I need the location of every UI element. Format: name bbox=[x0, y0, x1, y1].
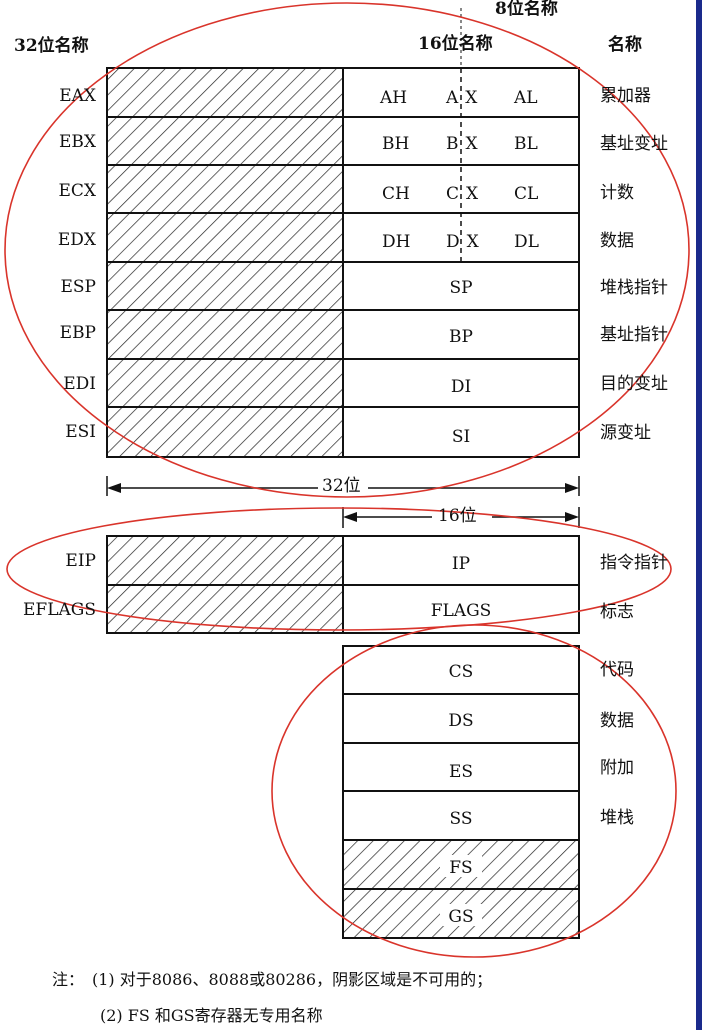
reg16-flags: FLAGS bbox=[430, 601, 492, 621]
reg32-edi: EDI bbox=[63, 374, 96, 394]
name-source-index: 源变址 bbox=[600, 423, 651, 443]
name-base-index: 基址变址 bbox=[600, 134, 668, 154]
reg8-bl: BL bbox=[514, 134, 538, 154]
reg16-di: DI bbox=[450, 377, 472, 397]
note-2: (2) FS 和GS寄存器无专用名称 bbox=[100, 1006, 323, 1025]
reg32-ebp: EBP bbox=[59, 323, 96, 343]
reg16-ax: AX bbox=[446, 88, 485, 108]
reg16-sp: SP bbox=[449, 278, 473, 298]
reg8-ah: AH bbox=[380, 88, 408, 108]
seg-ds: DS bbox=[448, 711, 474, 731]
reg8-ch: CH bbox=[382, 184, 410, 204]
name-base-pointer: 基址指针 bbox=[600, 325, 668, 345]
reg16-si: SI bbox=[451, 427, 471, 447]
reg16-cx: CX bbox=[446, 184, 486, 204]
reg16-bp: BP bbox=[449, 327, 473, 347]
reg8-bh: BH bbox=[382, 134, 410, 154]
reg32-ebx: EBX bbox=[58, 132, 96, 152]
name-extra: 附加 bbox=[600, 758, 634, 778]
reg32-eflags: EFLAGS bbox=[23, 600, 96, 620]
name-stack: 堆栈 bbox=[600, 808, 634, 828]
reg32-esp: ESP bbox=[60, 277, 97, 297]
note-1: (1) 对于8086、8088或80286，阴影区域是不可用的； bbox=[92, 970, 493, 989]
name-code: 代码 bbox=[600, 660, 634, 680]
header-8bit-name: 8位名称 bbox=[495, 0, 558, 19]
reg32-eax: EAX bbox=[59, 86, 96, 106]
reg16-bx: BX bbox=[446, 134, 485, 154]
header-name: 名称 bbox=[608, 35, 642, 55]
segment-register-block bbox=[342, 645, 580, 939]
header-32bit-name: 32位名称 bbox=[14, 36, 89, 56]
reg8-dl: DL bbox=[514, 232, 539, 252]
name-seg-data: 数据 bbox=[600, 711, 634, 731]
seg-fs: FS bbox=[449, 858, 473, 878]
name-accumulator: 累加器 bbox=[600, 86, 651, 106]
reg32-ecx: ECX bbox=[58, 181, 96, 201]
right-edge-bar bbox=[696, 0, 702, 1030]
width-16bit-label: 16位 bbox=[438, 506, 477, 526]
reg8-dh: DH bbox=[382, 232, 411, 252]
name-data: 数据 bbox=[600, 231, 634, 251]
name-count: 计数 bbox=[600, 183, 634, 203]
name-stack-pointer: 堆栈指针 bbox=[600, 278, 668, 298]
seg-cs: CS bbox=[448, 662, 474, 682]
seg-gs: GS bbox=[448, 907, 474, 927]
note-prefix: 注： bbox=[52, 970, 85, 989]
reg32-esi: ESI bbox=[65, 422, 96, 442]
reg8-cl: CL bbox=[514, 184, 539, 204]
name-dest-index: 目的变址 bbox=[600, 374, 668, 394]
name-flags: 标志 bbox=[600, 602, 634, 622]
reg8-al: AL bbox=[514, 88, 538, 108]
reg16-dx: DX bbox=[446, 232, 486, 252]
reg32-eip: EIP bbox=[65, 551, 96, 571]
width-32bit-label: 32位 bbox=[322, 476, 361, 496]
header-16bit-name: 16位名称 bbox=[418, 34, 493, 54]
reg32-edx: EDX bbox=[57, 230, 96, 250]
reg16-ip: IP bbox=[451, 554, 471, 574]
seg-ss: SS bbox=[449, 809, 473, 829]
seg-es: ES bbox=[448, 762, 474, 782]
name-instruction-pointer: 指令指针 bbox=[600, 553, 668, 573]
